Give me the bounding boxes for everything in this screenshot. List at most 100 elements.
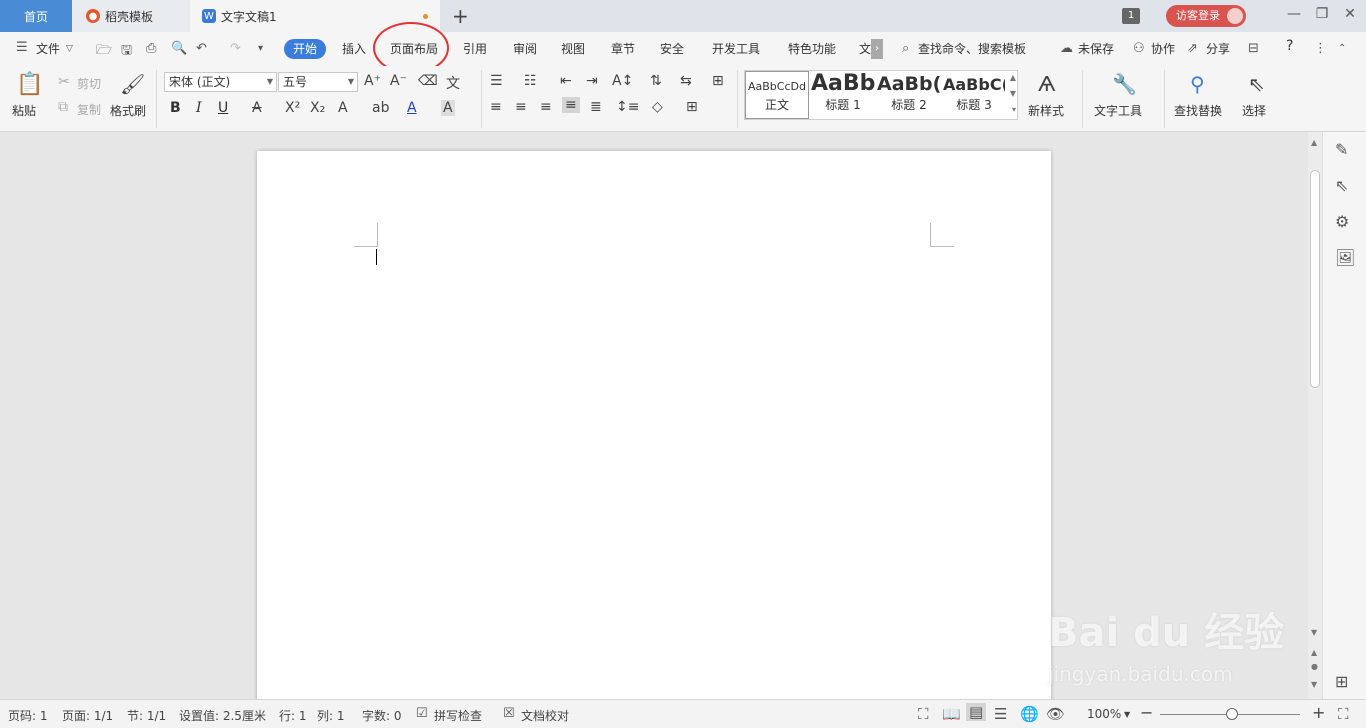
tab-truncated[interactable]: 文 xyxy=(859,40,871,57)
prev-page-icon[interactable]: ▲ xyxy=(1311,648,1317,657)
next-page-icon[interactable]: ▼ xyxy=(1311,680,1317,689)
bullet-list-icon[interactable]: ☰ xyxy=(490,73,503,89)
status-section[interactable]: 节: 1/1 xyxy=(127,707,166,724)
status-page-number[interactable]: 页码: 1 xyxy=(8,707,48,724)
share-icon[interactable]: ⇗ xyxy=(1187,41,1198,56)
borders-icon[interactable]: ⊞ xyxy=(686,99,698,115)
toolbar-options-icon[interactable]: ⊟ xyxy=(1248,41,1259,56)
style-heading-3[interactable]: AaBbC( 标题 3 xyxy=(943,71,1005,119)
align-left-icon[interactable]: ≡ xyxy=(490,99,502,115)
underline-button[interactable]: U xyxy=(218,100,228,116)
sort-icon[interactable]: ⇅ xyxy=(650,73,662,89)
cursor-select-icon[interactable]: ⇖ xyxy=(1248,72,1265,96)
help-button[interactable]: ? xyxy=(1286,38,1293,54)
more-options-icon[interactable]: ⋮ xyxy=(1314,41,1327,56)
image-icon[interactable]: 🖼 xyxy=(1335,248,1355,267)
pen-edit-icon[interactable]: ✎ xyxy=(1335,140,1348,159)
copy-button[interactable]: 复制 xyxy=(77,101,101,118)
find-replace-button[interactable]: 查找替换 xyxy=(1174,102,1222,119)
char-shading-icon[interactable]: A xyxy=(441,100,455,116)
cut-button[interactable]: 剪切 xyxy=(77,75,101,92)
pinyin-guide-icon[interactable]: 文 xyxy=(446,73,460,93)
tab-references[interactable]: 引用 xyxy=(463,40,487,57)
fullscreen-icon[interactable]: ⛶ xyxy=(918,705,929,723)
spell-check-icon[interactable]: ☑ xyxy=(416,706,428,721)
guest-login-button[interactable]: 访客登录 xyxy=(1166,5,1246,27)
text-direction-icon[interactable]: A↕ xyxy=(612,73,633,89)
select-browse-icon[interactable]: ● xyxy=(1311,662,1318,671)
doc-proof-button[interactable]: 文档校对 xyxy=(521,707,569,724)
tab-insert[interactable]: 插入 xyxy=(342,40,366,57)
doc-proof-icon[interactable]: ☒ xyxy=(503,706,515,721)
print-preview-icon[interactable]: 🔍 xyxy=(171,41,187,56)
menu-scroll-right-icon[interactable]: › xyxy=(871,39,883,59)
paste-icon[interactable]: 📋 xyxy=(16,72,43,97)
unsaved-status[interactable]: 未保存 xyxy=(1078,40,1114,57)
scroll-down-icon[interactable]: ▼ xyxy=(1010,89,1016,98)
grow-font-icon[interactable]: A⁺ xyxy=(364,73,381,89)
collaborate-button[interactable]: 协作 xyxy=(1151,40,1175,57)
justify-icon[interactable]: ≡ xyxy=(562,97,580,113)
table-grid-icon[interactable]: ⊞ xyxy=(712,73,724,89)
new-style-icon[interactable]: Ѧ xyxy=(1038,72,1056,96)
font-name-select[interactable]: 宋体 (正文) ▼ xyxy=(164,72,277,92)
new-tab-button[interactable]: + xyxy=(452,4,469,28)
shading-icon[interactable]: ◇ xyxy=(652,99,663,115)
chevron-down-icon[interactable]: ▽ xyxy=(66,44,73,54)
wrench-icon[interactable]: 🔧 xyxy=(1112,72,1137,96)
select-button[interactable]: 选择 xyxy=(1242,102,1266,119)
redo-icon[interactable]: ↷ xyxy=(230,41,241,56)
tab-template[interactable]: ● 稻壳模板 xyxy=(72,0,190,32)
clear-format-icon[interactable]: ⌫ xyxy=(418,73,438,89)
outline-view-icon[interactable]: ☰ xyxy=(994,705,1007,723)
find-icon[interactable]: ⚲ xyxy=(1190,72,1205,96)
command-search[interactable]: 查找命令、搜索模板 xyxy=(918,40,1026,57)
select-object-icon[interactable]: ⇖ xyxy=(1335,176,1348,195)
text-tools-button[interactable]: 文字工具 xyxy=(1094,102,1142,119)
fit-page-icon[interactable]: ⛶ xyxy=(1338,705,1349,723)
style-normal[interactable]: AaBbCcDd 正文 xyxy=(745,71,809,119)
zoom-level[interactable]: 100% xyxy=(1087,707,1121,721)
apps-grid-icon[interactable]: ⊞ xyxy=(1335,672,1348,691)
paste-button[interactable]: 粘贴 xyxy=(12,102,36,119)
minimize-button[interactable]: — xyxy=(1284,6,1304,22)
font-color-icon[interactable]: A xyxy=(407,100,417,116)
hamburger-icon[interactable]: ☰ xyxy=(16,40,28,55)
scrollbar-thumb[interactable] xyxy=(1310,170,1320,388)
line-spacing-icon[interactable]: ↕≡ xyxy=(616,99,639,115)
window-count-badge[interactable]: 1 xyxy=(1122,8,1140,24)
document-page[interactable] xyxy=(257,151,1051,711)
bold-button[interactable]: B xyxy=(170,100,181,116)
tab-section[interactable]: 章节 xyxy=(611,40,635,57)
cut-icon[interactable]: ✂ xyxy=(58,74,70,90)
open-folder-icon[interactable]: 🗁 xyxy=(96,41,112,63)
format-painter-button[interactable]: 格式刷 xyxy=(110,102,146,119)
collapse-ribbon-icon[interactable]: ⌃ xyxy=(1338,43,1346,54)
chevron-down-icon[interactable]: ▼ xyxy=(1124,710,1130,719)
cloud-icon[interactable]: ☁ xyxy=(1060,41,1073,56)
tab-start[interactable]: 开始 xyxy=(284,39,326,59)
status-pages[interactable]: 页面: 1/1 xyxy=(62,707,113,724)
tab-features[interactable]: 特色功能 xyxy=(788,40,836,57)
customize-toolbar-icon[interactable]: ▾ xyxy=(258,43,263,54)
tab-developer[interactable]: 开发工具 xyxy=(712,40,760,57)
distribute-icon[interactable]: ≣ xyxy=(590,99,602,115)
increase-indent-icon[interactable]: ⇥ xyxy=(586,73,598,89)
search-icon[interactable]: ⌕ xyxy=(902,41,909,56)
text-effect-icon[interactable]: A xyxy=(338,100,348,116)
align-center-icon[interactable]: ≡ xyxy=(515,99,527,115)
status-col[interactable]: 列: 1 xyxy=(317,707,345,724)
tab-home[interactable]: 首页 xyxy=(0,0,72,32)
collaborate-icon[interactable]: ⚇ xyxy=(1133,41,1145,56)
format-painter-icon[interactable]: 🖌 xyxy=(120,72,145,96)
status-row[interactable]: 行: 1 xyxy=(279,707,307,724)
web-view-icon[interactable]: 🌐 xyxy=(1020,705,1039,723)
save-icon[interactable]: 🖫 xyxy=(121,41,132,63)
scroll-down-icon[interactable]: ▼ xyxy=(1311,628,1317,637)
scroll-up-icon[interactable]: ▲ xyxy=(1010,73,1016,82)
italic-button[interactable]: I xyxy=(196,100,202,116)
decrease-indent-icon[interactable]: ⇤ xyxy=(560,73,572,89)
font-size-select[interactable]: 五号 ▼ xyxy=(278,72,358,92)
undo-icon[interactable]: ↶ xyxy=(196,41,207,56)
eye-protect-icon[interactable]: 👁 xyxy=(1046,705,1065,723)
